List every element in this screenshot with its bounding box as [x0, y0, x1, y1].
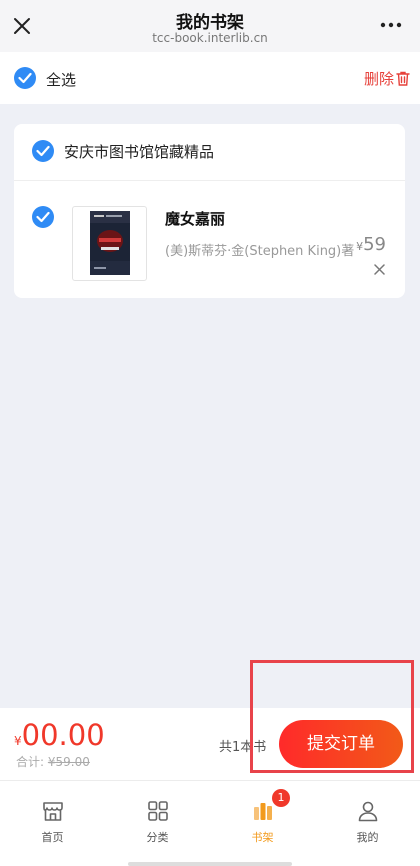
checkmark-icon: [36, 145, 50, 157]
delete-button[interactable]: 删除: [364, 68, 410, 89]
select-all-checkbox[interactable]: [14, 67, 36, 89]
total-price: ¥00.00: [14, 718, 105, 752]
divider: [14, 180, 405, 181]
item-checkbox[interactable]: [32, 206, 54, 228]
tab-label: 我的: [356, 831, 379, 844]
currency-symbol: ¥: [14, 734, 22, 748]
book-cover[interactable]: [72, 206, 147, 281]
book-title[interactable]: 魔女嘉丽: [165, 208, 225, 229]
remove-item-icon[interactable]: [374, 264, 385, 275]
price-amount: 59: [363, 234, 386, 255]
more-icon[interactable]: [380, 22, 402, 28]
subtotal-label: 合计:: [16, 755, 45, 769]
store-name: 安庆市图书馆馆藏精品: [64, 143, 215, 161]
book-author: (美)斯蒂芬·金(Stephen King)著: [165, 244, 355, 259]
trash-icon: [396, 71, 410, 86]
book-price: ¥59: [356, 234, 386, 255]
tab-label: 首页: [41, 831, 64, 844]
tab-bar: 首页 分类 1 书架 我的: [0, 780, 420, 866]
delete-label: 删除: [363, 70, 394, 88]
select-all-bar: 全选 删除: [0, 52, 420, 104]
user-icon: [358, 801, 378, 822]
highlight-box: [250, 660, 414, 773]
home-icon: [43, 802, 63, 821]
tab-category[interactable]: 分类: [105, 781, 210, 851]
checkmark-icon: [36, 211, 50, 223]
store-checkbox[interactable]: [32, 140, 54, 162]
store-card: 安庆市图书馆馆藏精品 魔女嘉丽 (美)斯蒂芬·金(Stephen King)著 …: [14, 124, 405, 298]
select-all-label[interactable]: 全选: [46, 69, 76, 90]
subtotal: 合计: ¥59.00: [16, 753, 90, 770]
tab-label: 分类: [146, 831, 169, 844]
page-url: tcc-book.interlib.cn: [152, 31, 268, 45]
tab-label: 书架: [251, 831, 274, 844]
book-cover-image: [90, 211, 130, 275]
category-icon: [148, 801, 168, 821]
tab-bookshelf[interactable]: 1 书架: [210, 781, 315, 851]
subtotal-value: ¥59.00: [47, 755, 90, 769]
top-bar: 我的书架 tcc-book.interlib.cn: [0, 0, 420, 52]
tab-mine[interactable]: 我的: [315, 781, 420, 851]
total-amount: 00.00: [21, 718, 105, 752]
home-indicator: [128, 862, 292, 866]
page-title: 我的书架: [176, 13, 244, 33]
tab-home[interactable]: 首页: [0, 781, 105, 851]
bookshelf-badge: 1: [272, 789, 290, 807]
checkmark-icon: [18, 72, 32, 84]
bookshelf-icon: [254, 803, 272, 820]
